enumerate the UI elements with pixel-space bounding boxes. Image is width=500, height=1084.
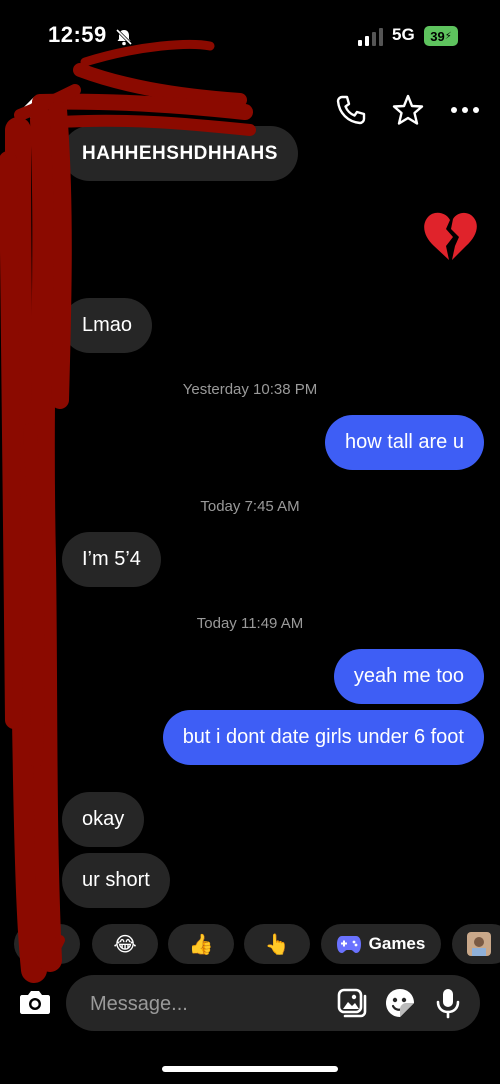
reaction-pointing-up[interactable]: 👆 <box>244 924 310 964</box>
games-label: Games <box>368 934 426 953</box>
message-text: ur short <box>82 869 150 891</box>
battery-level: 39 <box>430 28 445 44</box>
message-bubble-outgoing[interactable]: how tall are u <box>325 415 484 470</box>
timestamp: Yesterday 10:38 PM <box>182 381 318 398</box>
reaction-laugh[interactable]: 😂 <box>92 924 158 964</box>
message-text: okay <box>82 808 125 830</box>
reaction-thumbs-up[interactable]: 👍 <box>168 924 234 964</box>
thumbs-up-emoji: 👍 <box>188 933 214 956</box>
message-bubble-outgoing[interactable]: but i dont date girls under 6 foot <box>162 710 484 765</box>
message-composer <box>66 975 480 1033</box>
battery-indicator: 39 ⚡ <box>424 26 458 46</box>
message-bubble-incoming[interactable]: okay <box>62 792 145 847</box>
laughing-emoji: 😂 <box>113 933 137 956</box>
message-bubble-incoming[interactable]: ur short <box>62 853 170 908</box>
home-indicator <box>162 1066 338 1072</box>
status-time: 12:59 <box>48 22 107 47</box>
star-icon[interactable] <box>391 93 425 127</box>
reaction-heart[interactable]: ❤️ <box>14 924 80 964</box>
camera-icon[interactable] <box>18 985 52 1019</box>
heart-emoji: ❤️ <box>34 933 60 956</box>
broken-heart-icon[interactable] <box>420 206 480 266</box>
message-text: how tall are u <box>345 431 464 453</box>
more-icon[interactable] <box>448 93 482 127</box>
message-text: HAHHEHSHDHHAHS <box>82 142 278 164</box>
message-text: I’m 5’4 <box>82 548 141 570</box>
timestamp: Today 11:49 AM <box>196 615 304 632</box>
signal-icon <box>358 28 383 46</box>
network-type: 5G <box>392 25 415 44</box>
sticker-thumbnail-icon <box>467 932 491 956</box>
gamepad-icon <box>336 936 361 953</box>
charging-icon: ⚡ <box>444 30 452 42</box>
message-bubble-incoming[interactable]: I’m 5’4 <box>62 532 161 587</box>
message-bubble-incoming[interactable]: HAHHEHSHDHHAHS <box>62 126 298 181</box>
message-bubble-outgoing[interactable]: yeah me too <box>333 649 484 704</box>
games-button[interactable]: Games <box>321 924 441 964</box>
message-text: but i dont date girls under 6 foot <box>182 726 464 748</box>
timestamp: Today 7:45 AM <box>200 498 300 515</box>
message-bubble-incoming[interactable]: Lmao <box>62 298 153 353</box>
sticker-icon[interactable] <box>384 987 416 1019</box>
phone-icon[interactable] <box>334 93 368 127</box>
sticker-chip[interactable] <box>452 924 500 964</box>
bell-muted-icon <box>115 28 133 46</box>
gallery-icon[interactable] <box>336 987 368 1019</box>
microphone-icon[interactable] <box>432 987 464 1019</box>
pointing-up-emoji: 👆 <box>264 933 290 956</box>
message-input[interactable] <box>88 975 312 1033</box>
back-chevron-icon[interactable] <box>18 94 42 124</box>
message-text: yeah me too <box>353 665 464 687</box>
message-text: Lmao <box>82 314 133 336</box>
